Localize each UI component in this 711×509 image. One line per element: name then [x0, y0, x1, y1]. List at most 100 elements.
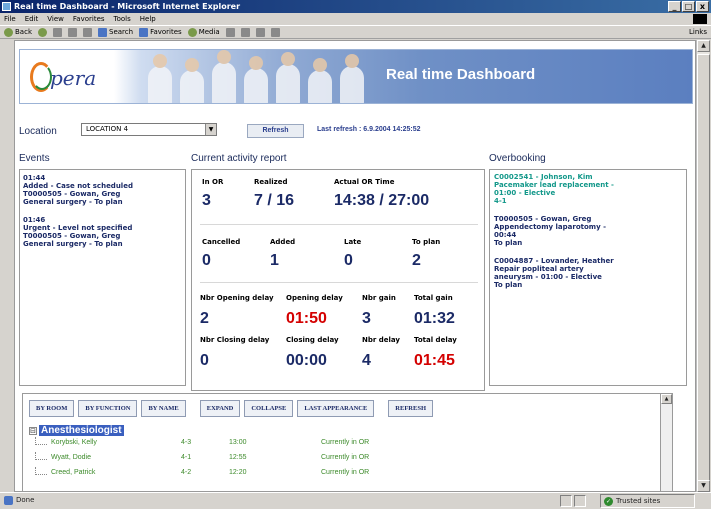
- menu-help[interactable]: Help: [140, 13, 156, 25]
- location-label: Location: [19, 125, 57, 137]
- stop-icon[interactable]: [53, 27, 62, 37]
- media-icon: [187, 27, 197, 37]
- last-appearance-button[interactable]: LAST APPEARANCE: [297, 400, 375, 417]
- tree-row[interactable]: Korybski, Kelly 4-3 13:00 Currently in O…: [29, 437, 649, 452]
- activity-title: Current activity report: [191, 153, 287, 164]
- refresh-button[interactable]: Refresh: [247, 124, 304, 138]
- overbooking-item[interactable]: C0002541 - Johnson, Kim Pacemaker lead r…: [494, 173, 682, 205]
- menu-edit[interactable]: Edit: [25, 13, 39, 25]
- staff-room: 4-1: [181, 454, 192, 461]
- favorites-button[interactable]: Favorites: [139, 27, 182, 37]
- late-value: 0: [344, 252, 353, 269]
- scroll-down-icon[interactable]: ▼: [697, 480, 710, 492]
- links-button[interactable]: Links: [689, 28, 707, 36]
- close-button[interactable]: x: [696, 1, 709, 12]
- security-zone: ✓ Trusted sites: [600, 494, 695, 508]
- total-delay-value: 01:45: [414, 352, 455, 369]
- scroll-up-icon[interactable]: ▲: [697, 40, 710, 52]
- chevron-down-icon[interactable]: ▼: [205, 124, 216, 135]
- tree-row[interactable]: Wyatt, Dodie 4-1 12:55 Currently in OR: [29, 452, 649, 467]
- forward-arrow-icon[interactable]: [38, 27, 47, 37]
- media-button[interactable]: Media: [187, 27, 220, 37]
- maximize-button[interactable]: □: [682, 1, 695, 12]
- menu-tools[interactable]: Tools: [114, 13, 131, 25]
- by-function-button[interactable]: BY FUNCTION: [78, 400, 138, 417]
- in-or-label: In OR: [202, 178, 224, 186]
- opening-delay-value: 01:50: [286, 310, 327, 327]
- window-title: Real time Dashboard - Microsoft Internet…: [14, 2, 241, 11]
- staff-status: Currently in OR: [321, 454, 370, 461]
- realized-label: Realized: [254, 178, 288, 186]
- overbooking-item[interactable]: C0004887 - Lovander, Heather Repair popl…: [494, 257, 682, 289]
- scroll-thumb[interactable]: [697, 54, 710, 482]
- by-room-button[interactable]: BY ROOM: [29, 400, 75, 417]
- nbr-delay-label: Nbr delay: [362, 336, 400, 344]
- edit-icon[interactable]: [270, 27, 280, 37]
- back-button[interactable]: Back: [4, 27, 32, 37]
- expand-button[interactable]: EXPAND: [199, 400, 241, 417]
- opera-logo: pera: [28, 58, 126, 98]
- search-button[interactable]: Search: [98, 27, 133, 37]
- menu-view[interactable]: View: [47, 13, 64, 25]
- nbr-opening-delay-value: 2: [200, 310, 209, 327]
- banner-title: Real time Dashboard: [386, 66, 536, 83]
- to-plan-value: 2: [412, 252, 421, 269]
- search-icon: [98, 27, 107, 37]
- by-name-button[interactable]: BY NAME: [141, 400, 186, 417]
- staff-name: Wyatt, Dodie: [51, 454, 92, 461]
- in-or-value: 3: [202, 192, 211, 209]
- activity-divider: [200, 224, 478, 225]
- overbooking-title: Overbooking: [489, 153, 546, 164]
- mail-icon[interactable]: [240, 27, 250, 37]
- cancelled-label: Cancelled: [202, 238, 241, 246]
- tree-group-label[interactable]: Anesthesiologist: [39, 425, 124, 436]
- nbr-delay-value: 4: [362, 352, 371, 369]
- overbooking-item[interactable]: T0000505 - Gowan, Greg Appendectomy lapa…: [494, 215, 682, 247]
- cancelled-value: 0: [202, 252, 211, 269]
- page-scrollbar[interactable]: ▲ ▼: [696, 40, 710, 492]
- events-title: Events: [19, 153, 50, 164]
- collapse-button[interactable]: COLLAPSE: [244, 400, 294, 417]
- location-select[interactable]: LOCATION 4 ▼: [81, 123, 217, 136]
- staff-room: 4-2: [181, 469, 192, 476]
- browser-toolbar: Back Search Favorites Media Links: [0, 25, 711, 39]
- total-delay-label: Total delay: [414, 336, 457, 344]
- page-content: pera Real time Dashboard Location LOCATI…: [14, 40, 696, 492]
- late-label: Late: [344, 238, 362, 246]
- to-plan-label: To plan: [412, 238, 441, 246]
- staff-panel: BY ROOM BY FUNCTION BY NAME EXPAND COLLA…: [22, 393, 661, 491]
- minimize-button[interactable]: _: [668, 1, 681, 12]
- window-titlebar: Real time Dashboard - Microsoft Internet…: [0, 0, 711, 13]
- event-item[interactable]: 01:44 Added - Case not scheduled T000050…: [23, 174, 182, 206]
- collapse-toggle-icon[interactable]: ⊟: [29, 426, 37, 435]
- window-controls: _ □ x: [668, 1, 709, 12]
- status-bar: Done ✓ Trusted sites: [0, 492, 711, 509]
- staff-room: 4-3: [181, 439, 192, 446]
- staff-status: Currently in OR: [321, 469, 370, 476]
- home-icon[interactable]: [83, 27, 92, 37]
- menu-file[interactable]: File: [4, 13, 16, 25]
- status-cells: [560, 495, 586, 507]
- print-icon[interactable]: [255, 27, 265, 37]
- activity-divider: [200, 282, 478, 283]
- staff-tree: ⊟ Anesthesiologist Korybski, Kelly 4-3 1…: [29, 424, 649, 482]
- total-gain-value: 01:32: [414, 310, 455, 327]
- overbooking-panel: C0002541 - Johnson, Kim Pacemaker lead r…: [489, 169, 687, 386]
- tree-row[interactable]: Creed, Patrick 4-2 12:20 Currently in OR: [29, 467, 649, 482]
- trusted-check-icon: ✓: [604, 496, 613, 506]
- ie-app-icon: [2, 2, 11, 11]
- event-item[interactable]: 01:46 Urgent - Level not specified T0000…: [23, 216, 182, 248]
- view-button-row: BY ROOM BY FUNCTION BY NAME EXPAND COLLA…: [29, 400, 433, 417]
- closing-delay-value: 00:00: [286, 352, 327, 369]
- staff-panel-scrollbar[interactable]: ▲: [661, 393, 673, 491]
- menu-favorites[interactable]: Favorites: [73, 13, 105, 25]
- nbr-gain-value: 3: [362, 310, 371, 327]
- refresh-icon[interactable]: [68, 27, 77, 37]
- scroll-up-icon[interactable]: ▲: [661, 394, 672, 404]
- events-panel: 01:44 Added - Case not scheduled T000050…: [19, 169, 186, 386]
- nbr-closing-delay-value: 0: [200, 352, 209, 369]
- favorites-icon: [139, 27, 149, 37]
- refresh-list-button[interactable]: REFRESH: [388, 400, 433, 417]
- total-gain-label: Total gain: [414, 294, 453, 302]
- history-icon[interactable]: [225, 27, 235, 37]
